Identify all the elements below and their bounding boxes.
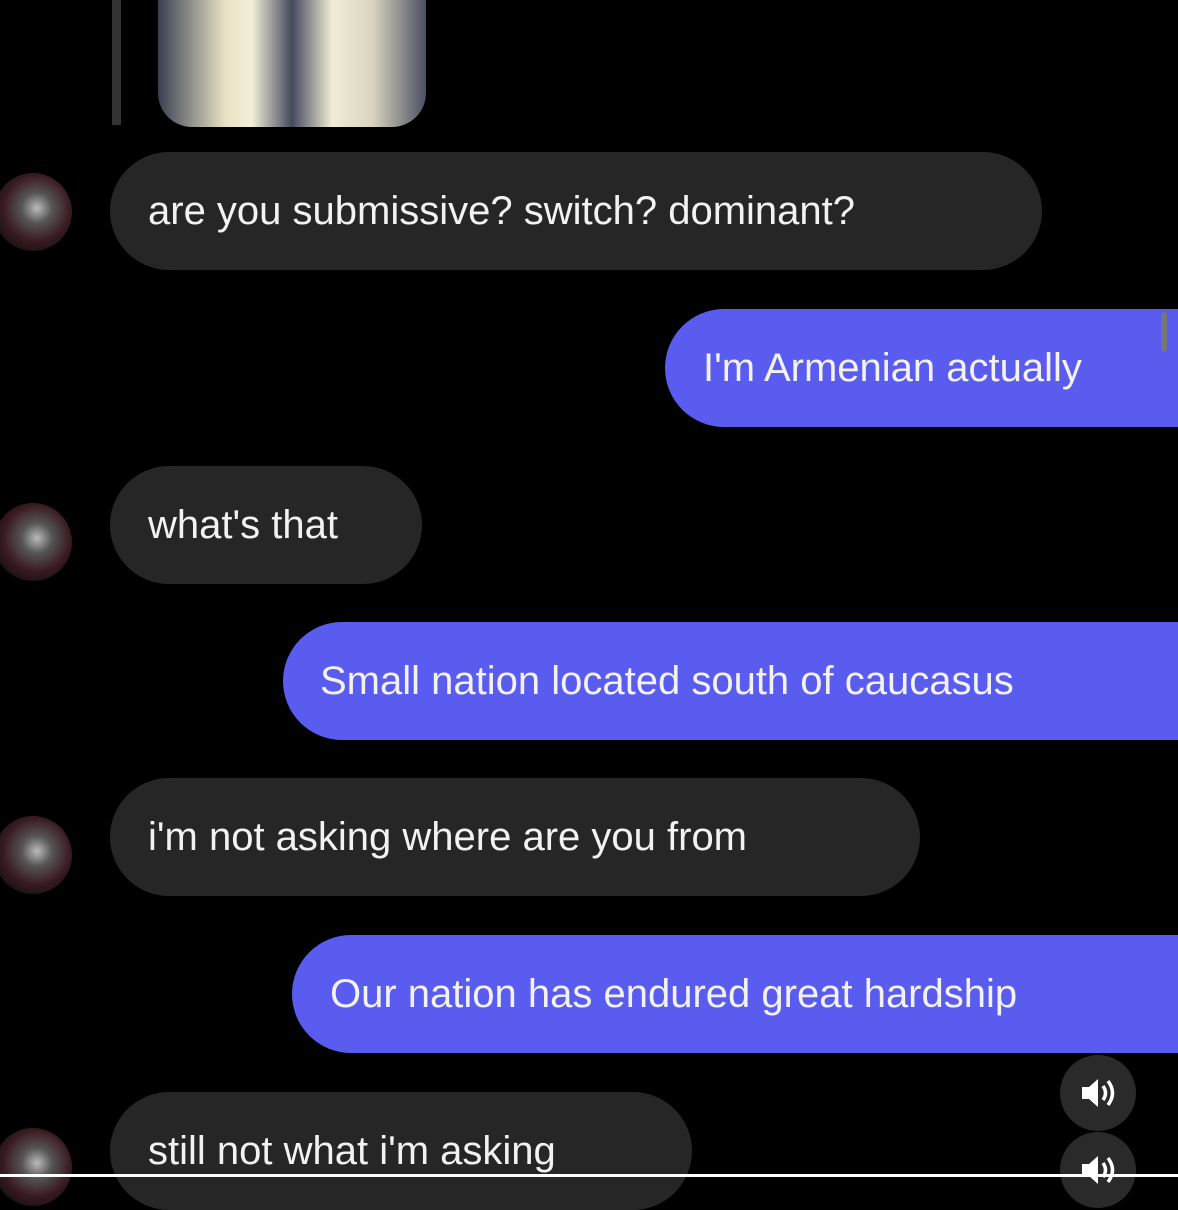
audio-toggle-button[interactable] xyxy=(1060,1055,1136,1131)
speaker-icon xyxy=(1082,1156,1115,1184)
avatar[interactable] xyxy=(0,1128,72,1206)
scrollbar[interactable] xyxy=(1161,312,1167,352)
message-received: are you submissive? switch? dominant? xyxy=(110,152,1042,270)
message-sent: I'm Armenian actually xyxy=(665,309,1178,427)
message-received: what's that xyxy=(110,466,422,584)
shared-photo[interactable] xyxy=(158,0,426,127)
avatar[interactable] xyxy=(0,173,72,251)
message-sent: Our nation has endured great hardship xyxy=(292,935,1178,1053)
reply-indicator-line xyxy=(112,0,121,125)
avatar[interactable] xyxy=(0,816,72,894)
message-received: still not what i'm asking xyxy=(110,1092,692,1210)
avatar[interactable] xyxy=(0,503,72,581)
audio-toggle-button[interactable] xyxy=(1060,1132,1136,1208)
speaker-icon xyxy=(1082,1079,1115,1107)
message-sent: Small nation located south of caucasus xyxy=(283,622,1178,740)
message-received: i'm not asking where are you from xyxy=(110,778,920,896)
